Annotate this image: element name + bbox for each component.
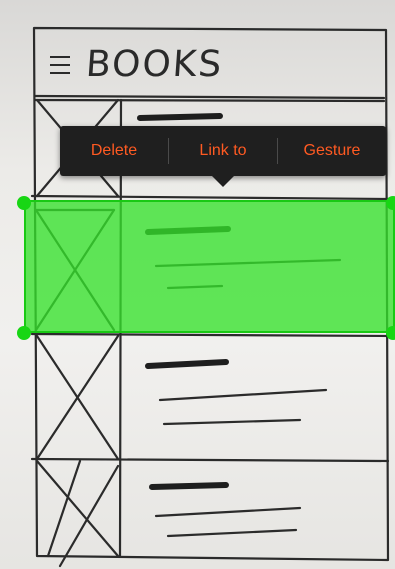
list-row-3-image — [35, 334, 120, 461]
context-menu: Delete Link to Gesture — [60, 126, 386, 187]
popup-pointer-icon — [212, 176, 234, 187]
selection-handle-icon[interactable] — [386, 196, 395, 210]
header-divider-2 — [33, 98, 386, 103]
list-row-3-line-2 — [162, 418, 302, 426]
list-row-3-title-scribble — [145, 359, 229, 369]
delete-button[interactable]: Delete — [60, 126, 168, 176]
list-row-1-title-scribble — [137, 113, 223, 121]
hamburger-menu-icon[interactable] — [50, 56, 70, 76]
header-divider — [33, 94, 386, 100]
selection-handle-icon[interactable] — [386, 326, 395, 340]
list-row-4-image — [35, 459, 120, 568]
list-row-3-line-1 — [158, 388, 328, 402]
row-divider-3 — [30, 457, 390, 463]
selected-list-item[interactable] — [24, 200, 395, 333]
page-title: BOOKS — [84, 44, 225, 85]
list-row-4-line-1 — [154, 506, 302, 518]
link-to-button[interactable]: Link to — [169, 126, 277, 176]
list-row-4-title-scribble — [149, 482, 229, 490]
gesture-button[interactable]: Gesture — [278, 126, 386, 176]
row-divider-1 — [30, 194, 392, 201]
row-divider-2 — [30, 332, 392, 338]
list-row-4-line-2 — [166, 528, 298, 538]
selection-handle-icon[interactable] — [17, 326, 31, 340]
selection-handle-icon[interactable] — [17, 196, 31, 210]
